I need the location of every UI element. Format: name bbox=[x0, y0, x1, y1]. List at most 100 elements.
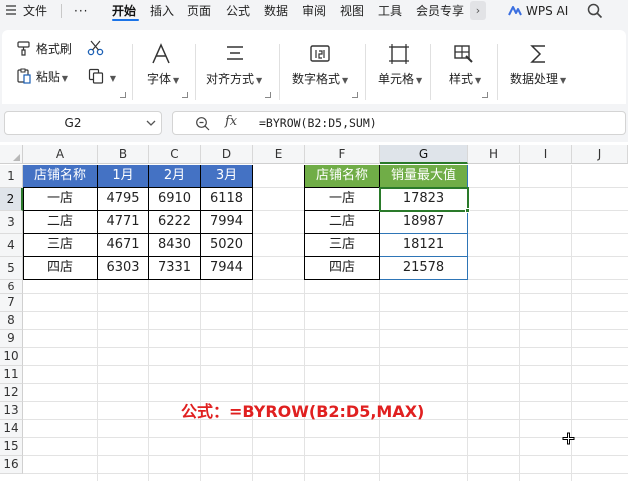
source-value-cell[interactable]: 6910 bbox=[149, 188, 201, 211]
select-all-corner[interactable] bbox=[0, 145, 23, 164]
row-header-6[interactable]: 6 bbox=[0, 280, 23, 294]
data-process-button[interactable]: 数据处理 ▼ bbox=[510, 70, 566, 87]
source-shop-cell[interactable]: 三店 bbox=[23, 234, 98, 257]
search-icon[interactable] bbox=[586, 2, 604, 20]
source-shop-cell[interactable]: 一店 bbox=[23, 188, 98, 211]
active-tab-indicator bbox=[112, 19, 139, 21]
cut-icon[interactable] bbox=[87, 40, 105, 56]
column-header-f[interactable]: F bbox=[305, 145, 380, 164]
row-header-1[interactable]: 1 bbox=[0, 165, 23, 188]
zoom-icon[interactable] bbox=[195, 116, 210, 131]
column-header-b[interactable]: B bbox=[98, 145, 149, 164]
source-value-cell[interactable]: 7944 bbox=[201, 257, 253, 280]
more-menu-icon[interactable]: ··· bbox=[74, 3, 88, 19]
row-header-5[interactable]: 5 bbox=[0, 257, 23, 280]
result-shop-cell[interactable]: 三店 bbox=[305, 234, 380, 257]
result-max-cell[interactable]: 21578 bbox=[380, 257, 468, 280]
source-header-feb[interactable]: 2月 bbox=[149, 165, 201, 188]
gridline bbox=[23, 311, 628, 312]
source-header-shop[interactable]: 店铺名称 bbox=[23, 165, 98, 188]
row-header-13[interactable]: 13 bbox=[0, 402, 23, 420]
menu-tab-page[interactable]: 页面 bbox=[187, 3, 211, 19]
column-header-d[interactable]: D bbox=[201, 145, 253, 164]
number-format-dialog-launcher-icon[interactable] bbox=[352, 92, 358, 98]
cell-button[interactable]: 单元格 ▼ bbox=[378, 70, 422, 87]
number-format-button[interactable]: 数字格式 ▼ bbox=[292, 70, 348, 87]
menu-tab-view[interactable]: 视图 bbox=[340, 3, 364, 19]
cell-label: 单元格 bbox=[378, 72, 415, 86]
row-header-7[interactable]: 7 bbox=[0, 294, 23, 312]
source-header-mar[interactable]: 3月 bbox=[201, 165, 253, 188]
fill-handle[interactable] bbox=[465, 208, 470, 213]
source-value-cell[interactable]: 6118 bbox=[201, 188, 253, 211]
app-menu-icon[interactable] bbox=[5, 3, 17, 19]
column-header-g[interactable]: G bbox=[380, 145, 468, 164]
source-value-cell[interactable]: 4795 bbox=[98, 188, 149, 211]
name-box[interactable]: G2 bbox=[4, 111, 162, 135]
result-max-cell[interactable]: 18121 bbox=[380, 234, 468, 257]
source-value-cell[interactable]: 5020 bbox=[201, 234, 253, 257]
menu-tab-review[interactable]: 审阅 bbox=[302, 3, 326, 19]
column-header-a[interactable]: A bbox=[23, 145, 98, 164]
menu-tab-member[interactable]: 会员专享 bbox=[416, 3, 464, 19]
column-header-c[interactable]: C bbox=[149, 145, 201, 164]
spreadsheet-grid[interactable]: A B C D E F G H I J 1 2 3 4 5 6 7 8 9 10… bbox=[0, 142, 628, 481]
copy-button[interactable]: ▼ bbox=[88, 68, 116, 84]
wps-ai-button[interactable]: WPS AI bbox=[508, 3, 568, 19]
font-button[interactable]: 字体 ▼ bbox=[147, 70, 179, 87]
row-header-3[interactable]: 3 bbox=[0, 211, 23, 234]
format-painter-label: 格式刷 bbox=[35, 42, 72, 56]
row-header-10[interactable]: 10 bbox=[0, 348, 23, 366]
font-dialog-launcher-icon[interactable] bbox=[182, 92, 188, 98]
row-header-15[interactable]: 15 bbox=[0, 438, 23, 456]
source-value-cell[interactable]: 4771 bbox=[98, 211, 149, 234]
column-header-i[interactable]: I bbox=[520, 145, 572, 164]
result-shop-cell[interactable]: 二店 bbox=[305, 211, 380, 234]
source-shop-cell[interactable]: 二店 bbox=[23, 211, 98, 234]
fx-icon[interactable]: fx bbox=[225, 114, 237, 129]
align-label: 对齐方式 bbox=[206, 72, 255, 86]
active-cell-selection bbox=[379, 187, 469, 212]
row-header-14[interactable]: 14 bbox=[0, 420, 23, 438]
style-button[interactable]: 样式 ▼ bbox=[449, 70, 481, 87]
menu-file[interactable]: 文件 bbox=[23, 3, 47, 19]
source-header-jan[interactable]: 1月 bbox=[98, 165, 149, 188]
menu-tab-tools[interactable]: 工具 bbox=[378, 3, 402, 19]
result-max-cell[interactable]: 18987 bbox=[380, 211, 468, 234]
menu-tab-data[interactable]: 数据 bbox=[264, 3, 288, 19]
source-value-cell[interactable]: 4671 bbox=[98, 234, 149, 257]
row-header-2[interactable]: 2 bbox=[0, 188, 23, 211]
menu-separator bbox=[61, 4, 62, 18]
row-header-16[interactable]: 16 bbox=[0, 456, 23, 474]
result-header-shop[interactable]: 店铺名称 bbox=[305, 165, 380, 188]
column-header-j[interactable]: J bbox=[572, 145, 628, 164]
result-shop-cell[interactable]: 四店 bbox=[305, 257, 380, 280]
column-header-h[interactable]: H bbox=[468, 145, 520, 164]
source-value-cell[interactable]: 6303 bbox=[98, 257, 149, 280]
menu-tab-home[interactable]: 开始 bbox=[112, 3, 136, 19]
source-shop-cell[interactable]: 四店 bbox=[23, 257, 98, 280]
format-painter-button[interactable]: 格式刷 bbox=[16, 40, 72, 57]
result-shop-cell[interactable]: 一店 bbox=[305, 188, 380, 211]
formula-input[interactable]: fx =BYROW(B2:D5,SUM) bbox=[172, 111, 626, 135]
menu-tab-insert[interactable]: 插入 bbox=[150, 3, 174, 19]
chevron-down-icon[interactable] bbox=[145, 117, 157, 129]
menu-tab-formula[interactable]: 公式 bbox=[226, 3, 250, 19]
row-header-8[interactable]: 8 bbox=[0, 312, 23, 330]
column-header-e[interactable]: E bbox=[253, 145, 305, 164]
row-header-11[interactable]: 11 bbox=[0, 366, 23, 384]
source-value-cell[interactable]: 7994 bbox=[201, 211, 253, 234]
align-button[interactable]: 对齐方式 ▼ bbox=[206, 70, 262, 87]
row-header-4[interactable]: 4 bbox=[0, 234, 23, 257]
row-header-12[interactable]: 12 bbox=[0, 384, 23, 402]
clipboard-dialog-launcher-icon[interactable] bbox=[120, 92, 126, 98]
source-value-cell[interactable]: 7331 bbox=[149, 257, 201, 280]
style-dialog-launcher-icon[interactable] bbox=[482, 92, 488, 98]
align-dialog-launcher-icon[interactable] bbox=[265, 92, 271, 98]
row-header-9[interactable]: 9 bbox=[0, 330, 23, 348]
chevron-right-icon[interactable]: › bbox=[470, 1, 486, 20]
source-value-cell[interactable]: 6222 bbox=[149, 211, 201, 234]
paste-button[interactable]: 粘贴 ▼ bbox=[16, 68, 68, 85]
result-header-max[interactable]: 销量最大值 bbox=[380, 165, 468, 188]
source-value-cell[interactable]: 8430 bbox=[149, 234, 201, 257]
